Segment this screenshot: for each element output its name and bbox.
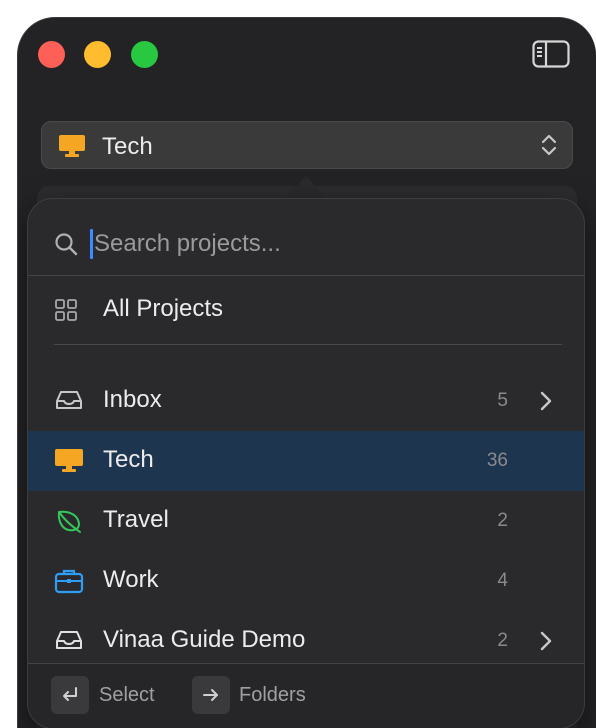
project-item-work[interactable]: Work 4: [28, 551, 584, 611]
project-count: 2: [497, 630, 508, 651]
project-count: 36: [486, 450, 508, 471]
keyboard-hints-footer: Select Folders: [28, 663, 584, 728]
project-label: Work: [103, 566, 159, 593]
chevron-up-down-icon: [540, 133, 558, 162]
return-key-icon: [51, 676, 89, 714]
right-arrow-key-icon: [192, 676, 230, 714]
popover-arrow: [284, 176, 328, 200]
all-projects-item[interactable]: All Projects: [28, 275, 584, 343]
folders-hint-label: Folders: [239, 684, 306, 706]
monitor-icon: [58, 134, 86, 163]
grid-icon: [54, 298, 84, 324]
search-bar: [28, 199, 584, 276]
search-icon: [54, 232, 78, 261]
close-window-button[interactable]: [38, 41, 65, 68]
monitor-icon: [54, 448, 84, 474]
project-item-inbox[interactable]: Inbox 5: [28, 371, 584, 431]
inbox-tray-icon: [54, 628, 84, 654]
zoom-window-button[interactable]: [131, 41, 158, 68]
sidebar-toggle-icon[interactable]: [532, 40, 570, 68]
project-item-tech[interactable]: Tech 36: [28, 431, 584, 491]
divider: [54, 344, 562, 345]
search-input[interactable]: [92, 225, 516, 263]
leaf-icon: [54, 508, 84, 534]
chevron-right-icon[interactable]: [540, 631, 552, 656]
project-item-travel[interactable]: Travel 2: [28, 491, 584, 551]
project-label: Vinaa Guide Demo: [103, 626, 306, 653]
project-popover: All Projects Inbox 5: [27, 198, 585, 728]
minimize-window-button[interactable]: [84, 41, 111, 68]
picker-label: Tech: [102, 133, 153, 160]
project-label: Inbox: [103, 386, 162, 413]
project-item-vinaa-guide-demo[interactable]: Vinaa Guide Demo 2: [28, 611, 584, 671]
app-window: Tech Search projects... All Projects Inb…: [17, 17, 596, 728]
all-projects-label: All Projects: [103, 295, 224, 322]
chevron-right-icon[interactable]: [540, 391, 552, 416]
project-count: 4: [497, 570, 508, 591]
inbox-tray-icon: [54, 388, 84, 414]
project-picker-button[interactable]: Tech: [41, 121, 573, 169]
project-label: Travel: [103, 506, 169, 533]
project-label: Tech: [103, 446, 154, 473]
briefcase-icon: [54, 568, 84, 594]
project-count: 2: [497, 510, 508, 531]
project-count: 5: [497, 390, 508, 411]
select-hint-label: Select: [99, 684, 155, 706]
